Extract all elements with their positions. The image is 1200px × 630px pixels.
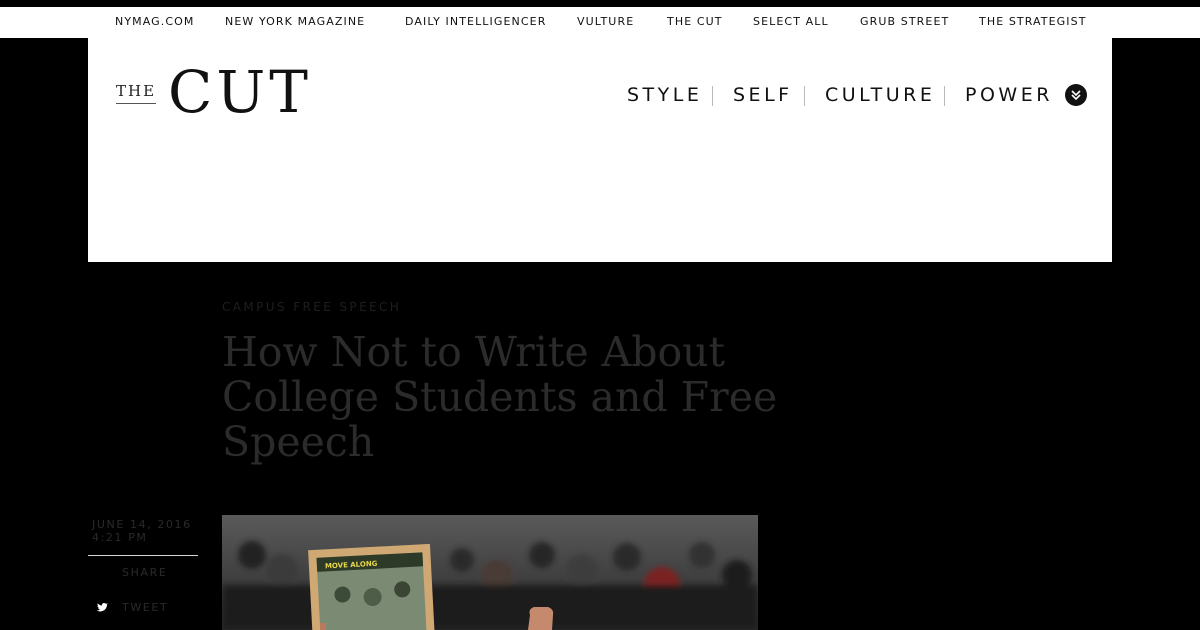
meta-divider — [88, 555, 198, 556]
network-bar: NYMAG.COM NEW YORK MAGAZINE DAILY INTELL… — [0, 7, 1200, 38]
network-link-the-strategist[interactable]: THE STRATEGIST — [979, 15, 1087, 28]
article-headline: How Not to Write About College Students … — [222, 328, 778, 466]
network-link-daily-intelligencer[interactable]: DAILY INTELLIGENCER — [405, 15, 546, 28]
nav-separator — [712, 86, 713, 106]
double-chevron-down-icon[interactable] — [1065, 84, 1087, 106]
twitter-icon[interactable] — [96, 601, 108, 613]
share-label: SHARE — [122, 566, 168, 579]
nav-separator — [944, 86, 945, 106]
article-time: 4:21 PM — [92, 531, 148, 544]
nav-separator — [804, 86, 805, 106]
network-link-grub-street[interactable]: GRUB STREET — [860, 15, 949, 28]
tweet-button[interactable]: TWEET — [122, 601, 168, 614]
article-date: JUNE 14, 2016 — [92, 518, 192, 531]
main-nav: STYLE SELF CULTURE POWER — [88, 84, 1112, 108]
nav-item-culture[interactable]: CULTURE — [825, 84, 935, 106]
network-link-new-york-magazine[interactable]: NEW YORK MAGAZINE — [225, 15, 365, 28]
nav-item-power[interactable]: POWER — [965, 84, 1053, 106]
article-lead-photo: MOVE ALONG — [222, 515, 758, 630]
nav-item-self[interactable]: SELF — [733, 84, 793, 106]
network-link-the-cut[interactable]: THE CUT — [667, 15, 723, 28]
network-link-select-all[interactable]: SELECT ALL — [753, 15, 829, 28]
article-rubric[interactable]: CAMPUS FREE SPEECH — [222, 300, 401, 314]
article-timestamp: JUNE 14, 2016 4:21 PM — [92, 518, 192, 544]
site-header: THE CUT STYLE SELF CULTURE POWER — [88, 38, 1112, 262]
nav-item-style[interactable]: STYLE — [627, 84, 702, 106]
network-link-vulture[interactable]: VULTURE — [577, 15, 634, 28]
network-link-nymag[interactable]: NYMAG.COM — [115, 15, 195, 28]
